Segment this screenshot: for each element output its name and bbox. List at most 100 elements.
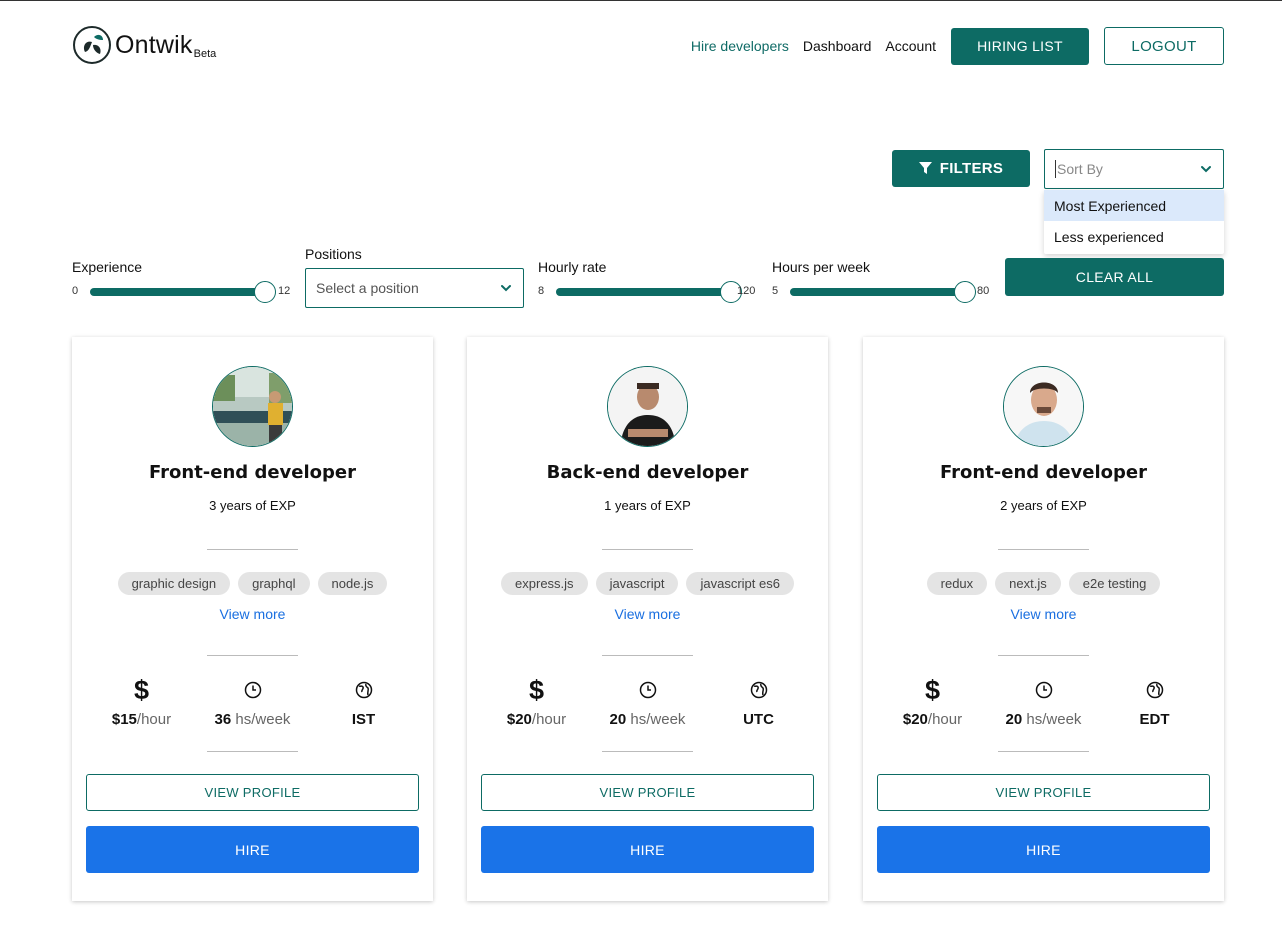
hire-button[interactable]: HIRE — [877, 826, 1210, 873]
card-title: Back-end developer — [546, 462, 749, 483]
rate-unit: /hour — [927, 711, 963, 728]
experience-slider-thumb[interactable] — [254, 281, 276, 303]
sort-placeholder: Sort By — [1057, 161, 1103, 177]
sort-option-less-experienced[interactable]: Less experienced — [1044, 221, 1224, 252]
developer-card: Back-end developer 1 years of EXP expres… — [467, 337, 828, 901]
view-profile-button[interactable]: VIEW PROFILE — [877, 774, 1210, 811]
skill-tag: express.js — [501, 572, 588, 595]
experience-label: Experience — [72, 259, 143, 275]
divider — [998, 655, 1089, 656]
divider — [207, 655, 298, 656]
rate-unit: /hour — [136, 711, 172, 728]
card-title: Front-end developer — [149, 462, 356, 483]
hourly-rate-max: 120 — [737, 285, 756, 297]
divider — [602, 655, 693, 656]
hourly-rate-min: 8 — [538, 285, 545, 297]
skill-tags: graphic design graphql node.js — [72, 572, 433, 595]
chevron-down-icon[interactable] — [1199, 162, 1213, 176]
skill-tag: next.js — [995, 572, 1061, 595]
view-more-link[interactable]: View more — [467, 606, 828, 622]
text-cursor — [1055, 160, 1056, 178]
filters-label: FILTERS — [939, 160, 1004, 177]
clock-icon — [1035, 681, 1052, 699]
globe-icon — [750, 681, 767, 699]
dollar-icon: $ — [924, 675, 941, 705]
logo[interactable]: Ontwik Beta — [72, 25, 216, 65]
nav-account[interactable]: Account — [885, 38, 936, 54]
hiring-list-button[interactable]: HIRING LIST — [951, 27, 1089, 65]
sort-option-most-experienced[interactable]: Most Experienced — [1044, 190, 1224, 221]
hours-stat: 36 hs/week — [197, 675, 308, 728]
hours-unit: hs/week — [231, 711, 291, 728]
skill-tag: graphic design — [117, 572, 231, 595]
hours-stat: 20 hs/week — [592, 675, 703, 728]
timezone-stat: IST — [308, 675, 419, 728]
timezone-value: IST — [351, 711, 376, 728]
experience-filter: Experience 0 12 — [72, 259, 294, 303]
rate-stat: $ $15/hour — [86, 675, 197, 728]
skill-tag: node.js — [317, 572, 388, 595]
timezone-stat: EDT — [1099, 675, 1210, 728]
card-experience: 3 years of EXP — [209, 498, 296, 513]
hours-value: 20 — [1005, 711, 1023, 728]
skill-tags: express.js javascript javascript es6 — [467, 572, 828, 595]
hire-button[interactable]: HIRE — [481, 826, 814, 873]
skill-tag: e2e testing — [1068, 572, 1161, 595]
hourly-rate-slider-fill — [556, 288, 731, 296]
divider — [602, 549, 693, 550]
card-stats: $ $20/hour 20 hs/week UTC — [481, 675, 814, 728]
sort-by-select[interactable]: Sort By — [1044, 149, 1224, 189]
dollar-icon: $ — [133, 675, 150, 705]
nav-dashboard[interactable]: Dashboard — [803, 38, 872, 54]
logout-button[interactable]: LOGOUT — [1104, 27, 1224, 65]
divider — [998, 549, 1089, 550]
timezone-stat: UTC — [703, 675, 814, 728]
positions-label: Positions — [305, 246, 362, 262]
card-experience: 1 years of EXP — [604, 498, 691, 513]
view-more-link[interactable]: View more — [863, 606, 1224, 622]
rate-value: $15 — [111, 711, 137, 728]
card-stats: $ $15/hour 36 hs/week IST — [86, 675, 419, 728]
avatar — [212, 366, 293, 447]
hours-value: 36 — [214, 711, 232, 728]
divider — [998, 751, 1089, 752]
experience-slider-track[interactable] — [90, 281, 276, 303]
hours-per-week-slider-track[interactable] — [790, 281, 976, 303]
view-more-link[interactable]: View more — [72, 606, 433, 622]
card-title: Front-end developer — [940, 462, 1147, 483]
hire-button[interactable]: HIRE — [86, 826, 419, 873]
skill-tag: javascript es6 — [686, 572, 794, 595]
view-profile-button[interactable]: VIEW PROFILE — [481, 774, 814, 811]
logo-icon — [73, 26, 111, 64]
nav-hire-developers[interactable]: Hire developers — [691, 38, 789, 54]
divider — [602, 751, 693, 752]
dollar-icon: $ — [528, 675, 545, 705]
developer-card: Front-end developer 3 years of EXP graph… — [72, 337, 433, 901]
hourly-rate-filter: Hourly rate 8 120 — [538, 259, 760, 303]
positions-filter: Positions Select a position — [305, 246, 524, 308]
hours-unit: hs/week — [1022, 711, 1082, 728]
divider — [207, 751, 298, 752]
clear-all-button[interactable]: CLEAR ALL — [1005, 258, 1224, 296]
hourly-rate-label: Hourly rate — [538, 259, 607, 275]
view-profile-button[interactable]: VIEW PROFILE — [86, 774, 419, 811]
card-experience: 2 years of EXP — [1000, 498, 1087, 513]
hours-per-week-slider-thumb[interactable] — [954, 281, 976, 303]
hours-stat: 20 hs/week — [988, 675, 1099, 728]
experience-max: 12 — [278, 285, 291, 297]
filters-button[interactable]: FILTERS — [892, 150, 1030, 187]
skill-tag: graphql — [238, 572, 310, 595]
avatar — [1003, 366, 1084, 447]
hours-unit: hs/week — [626, 711, 686, 728]
skill-tags: redux next.js e2e testing — [863, 572, 1224, 595]
position-select[interactable]: Select a position — [305, 268, 524, 308]
experience-slider-fill — [90, 288, 265, 296]
hourly-rate-slider-track[interactable] — [556, 281, 742, 303]
globe-icon — [1146, 681, 1163, 699]
hours-per-week-label: Hours per week — [772, 259, 871, 275]
hours-per-week-filter: Hours per week 5 80 — [772, 259, 994, 303]
experience-min: 0 — [72, 285, 79, 297]
timezone-value: UTC — [743, 711, 774, 728]
top-nav: Hire developers Dashboard Account HIRING… — [691, 27, 1224, 65]
clock-icon — [244, 681, 261, 699]
